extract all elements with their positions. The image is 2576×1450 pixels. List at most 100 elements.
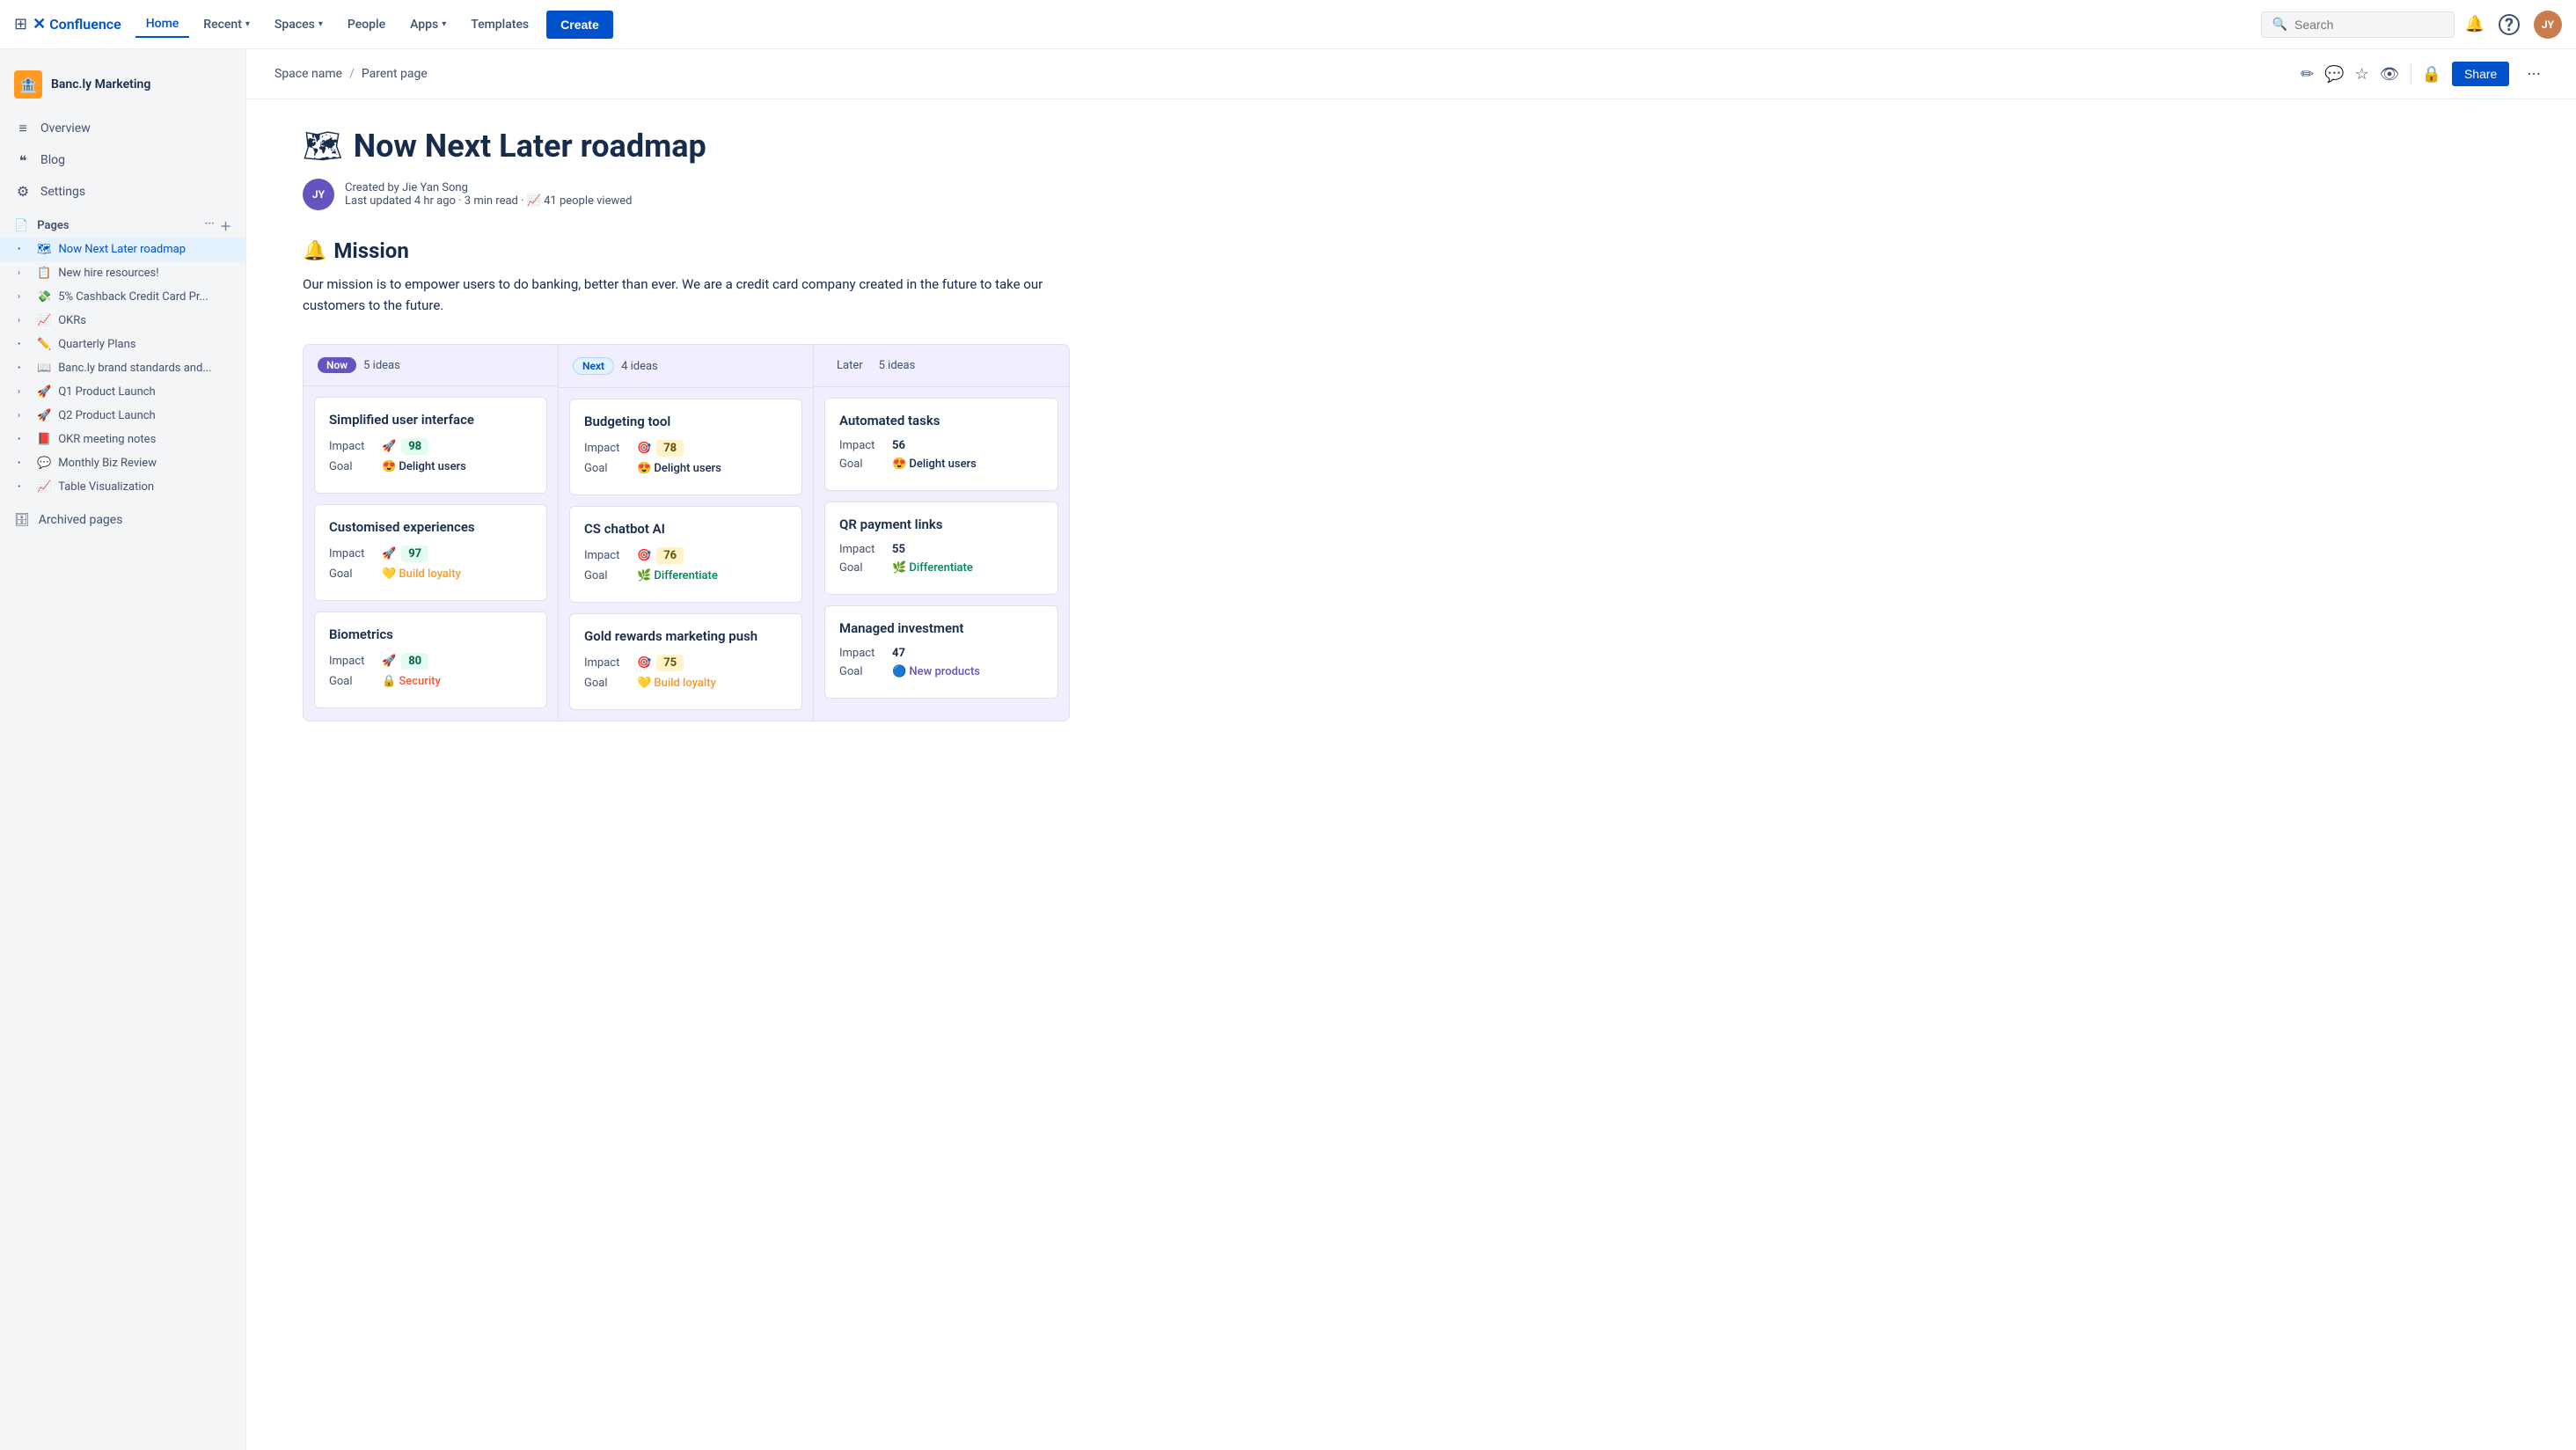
page-emoji: 🚀 xyxy=(37,385,51,399)
breadcrumb-parent[interactable]: Parent page xyxy=(362,67,428,81)
card-automated-tasks[interactable]: Automated tasks Impact 56 Goal 😍 Delight… xyxy=(824,398,1058,491)
goal-value: 🔒 Security xyxy=(382,675,441,688)
user-avatar[interactable]: JY xyxy=(2534,11,2562,39)
card-impact-row: Impact 🚀 97 xyxy=(329,546,532,562)
pages-add-icon[interactable]: ＋ xyxy=(220,217,231,234)
sidebar-item-settings[interactable]: ⚙ Settings xyxy=(0,176,245,207)
expand-icon: • xyxy=(18,482,30,492)
mission-heading: Mission xyxy=(333,238,408,263)
pages-section: 📄 Pages ··· ＋ xyxy=(0,207,245,238)
sidebar-page-q1[interactable]: › 🚀 Q1 Product Launch xyxy=(0,380,245,404)
search-box[interactable]: 🔍 xyxy=(2261,11,2455,38)
goal-value: 😍 Delight users xyxy=(382,460,466,473)
create-button[interactable]: Create xyxy=(546,11,613,39)
impact-number: 55 xyxy=(892,543,905,556)
goal-label: Goal xyxy=(584,677,637,690)
goal-label: Goal xyxy=(329,460,382,473)
logo-area[interactable]: ⊞ ✕ Confluence xyxy=(14,15,121,33)
watch-icon[interactable]: 👁 xyxy=(2380,65,2400,84)
page-label: Monthly Biz Review xyxy=(58,457,231,470)
spaces-chevron-icon: ▾ xyxy=(318,19,323,29)
card-impact-row: Impact 47 xyxy=(839,647,1043,660)
card-customised-exp[interactable]: Customised experiences Impact 🚀 97 Goal … xyxy=(314,504,547,601)
lock-icon[interactable]: 🔒 xyxy=(2422,65,2441,84)
column-now-header: Now 5 ideas xyxy=(304,345,558,386)
card-managed-investment[interactable]: Managed investment Impact 47 Goal 🔵 New … xyxy=(824,605,1058,699)
expand-icon: • xyxy=(18,340,30,349)
card-goal-row: Goal 🔒 Security xyxy=(329,675,532,688)
pages-more-icon[interactable]: ··· xyxy=(205,217,215,234)
impact-value: 56 xyxy=(892,439,905,452)
card-budgeting-tool[interactable]: Budgeting tool Impact 🎯 78 Goal 😍 Deligh… xyxy=(569,399,802,495)
sidebar-page-cashback[interactable]: › 💸 5% Cashback Credit Card Pr... xyxy=(0,285,245,309)
page-body: 🗺 Now Next Later roadmap JY Created by J… xyxy=(246,99,1126,750)
impact-emoji: 🎯 xyxy=(637,442,651,455)
card-qr-payment[interactable]: QR payment links Impact 55 Goal 🌿 Differ… xyxy=(824,502,1058,595)
card-goal-row: Goal 🔵 New products xyxy=(839,665,1043,678)
card-goal-row: Goal 😍 Delight users xyxy=(839,458,1043,471)
sidebar-page-q2[interactable]: › 🚀 Q2 Product Launch xyxy=(0,404,245,428)
column-now: Now 5 ideas Simplified user interface Im… xyxy=(304,345,559,721)
share-button[interactable]: Share xyxy=(2452,62,2509,86)
goal-value: 😍 Delight users xyxy=(637,462,721,475)
card-gold-rewards[interactable]: Gold rewards marketing push Impact 🎯 75 … xyxy=(569,613,802,710)
search-input[interactable] xyxy=(2294,18,2443,32)
space-header[interactable]: 🏦 Banc.ly Marketing xyxy=(0,63,245,113)
column-later-header: Later 5 ideas xyxy=(814,345,1069,387)
sidebar-page-quarterly[interactable]: • ✏️ Quarterly Plans xyxy=(0,333,245,356)
sidebar-item-blog[interactable]: ❝ Blog ＋ xyxy=(0,144,245,176)
page-title-area: 🗺 Now Next Later roadmap xyxy=(303,128,1070,165)
edit-icon[interactable]: ✏ xyxy=(2301,65,2314,84)
sidebar-page-okr-notes[interactable]: • 📕 OKR meeting notes xyxy=(0,428,245,451)
sidebar-page-okrs[interactable]: › 📈 OKRs xyxy=(0,309,245,333)
grid-icon[interactable]: ⊞ xyxy=(14,15,27,33)
comment-icon[interactable]: 💬 xyxy=(2324,65,2344,84)
overview-label: Overview xyxy=(40,121,91,135)
card-simplified-ui[interactable]: Simplified user interface Impact 🚀 98 Go… xyxy=(314,397,547,494)
notifications-icon[interactable]: 🔔 xyxy=(2465,15,2485,33)
star-icon[interactable]: ☆ xyxy=(2355,65,2369,84)
card-title: Budgeting tool xyxy=(584,414,787,429)
help-icon[interactable]: ? xyxy=(2499,14,2520,35)
impact-number: 75 xyxy=(656,655,684,671)
expand-icon: › xyxy=(18,292,30,302)
card-cs-chatbot[interactable]: CS chatbot AI Impact 🎯 76 Goal 🌿 Differe… xyxy=(569,506,802,603)
page-emoji: 🗺 xyxy=(37,243,52,256)
recent-chevron-icon: ▾ xyxy=(245,19,250,29)
goal-label: Goal xyxy=(839,665,892,678)
expand-icon: • xyxy=(18,458,30,468)
sidebar-page-roadmap[interactable]: • 🗺 Now Next Later roadmap xyxy=(0,238,245,261)
impact-value: 55 xyxy=(892,543,905,556)
sidebar-page-new-hire[interactable]: › 📋 New hire resources! xyxy=(0,261,245,285)
card-biometrics[interactable]: Biometrics Impact 🚀 80 Goal 🔒 Security xyxy=(314,611,547,708)
search-icon: 🔍 xyxy=(2272,18,2287,32)
more-actions-icon[interactable]: ··· xyxy=(2520,60,2548,88)
later-badge: Later xyxy=(828,357,872,374)
breadcrumb-space[interactable]: Space name xyxy=(274,67,342,81)
card-title: Automated tasks xyxy=(839,413,1043,428)
expand-icon: › xyxy=(18,268,30,278)
page-emoji: 📕 xyxy=(37,433,51,446)
nav-spaces[interactable]: Spaces ▾ xyxy=(264,12,333,37)
impact-number: 98 xyxy=(401,438,428,455)
sidebar-item-overview[interactable]: ≡ Overview xyxy=(0,113,245,144)
card-title: QR payment links xyxy=(839,516,1043,532)
sidebar-page-monthly[interactable]: • 💬 Monthly Biz Review xyxy=(0,451,245,475)
nav-apps[interactable]: Apps ▾ xyxy=(399,12,457,37)
goal-value: 🌿 Differentiate xyxy=(637,569,718,582)
impact-number: 80 xyxy=(401,653,428,670)
impact-emoji: 🚀 xyxy=(382,440,396,453)
nav-people[interactable]: People xyxy=(337,12,396,37)
page-emoji: 🚀 xyxy=(37,409,51,422)
sidebar-page-table[interactable]: • 📈 Table Visualization xyxy=(0,475,245,499)
nav-templates[interactable]: Templates xyxy=(460,12,539,37)
now-badge: Now xyxy=(318,357,356,373)
impact-emoji: 🚀 xyxy=(382,547,396,560)
nav-home[interactable]: Home xyxy=(135,11,190,38)
impact-value: 🚀 98 xyxy=(382,438,428,455)
apps-chevron-icon: ▾ xyxy=(442,19,446,29)
nav-recent[interactable]: Recent ▾ xyxy=(193,12,260,37)
goal-value: 💛 Build loyalty xyxy=(382,568,461,581)
archived-pages[interactable]: 🗄 Archived pages xyxy=(0,506,245,534)
sidebar-page-brand[interactable]: • 📖 Banc.ly brand standards and... xyxy=(0,356,245,380)
